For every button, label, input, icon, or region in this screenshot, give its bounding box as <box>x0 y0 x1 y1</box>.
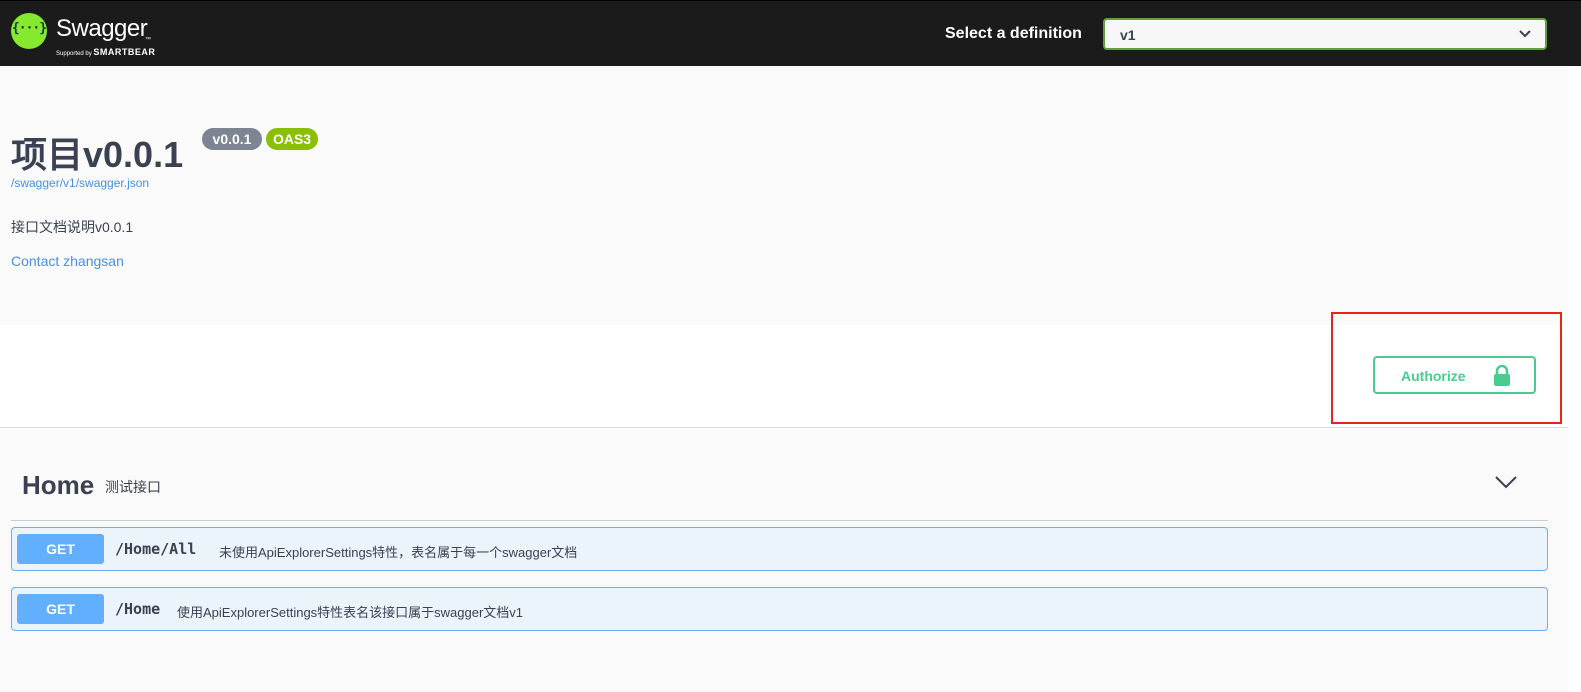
logo-trademark: ™ <box>145 37 151 43</box>
chevron-down-icon <box>1519 30 1531 38</box>
info-section: 项目v0.0.1 v0.0.1 OAS3 /swagger/v1/swagger… <box>0 66 1568 325</box>
logo-title: Swagger <box>56 15 148 42</box>
contact-link[interactable]: Contact zhangsan <box>11 253 124 269</box>
authorize-button[interactable]: Authorize <box>1373 356 1536 394</box>
tag-header-home[interactable]: Home 测试接口 <box>11 429 1548 521</box>
spec-url-link[interactable]: /swagger/v1/swagger.json <box>11 176 149 190</box>
page-title: 项目v0.0.1 <box>11 134 184 175</box>
operation-get-home-all[interactable]: GET /Home/All 未使用ApiExplorerSettings特性，表… <box>11 527 1548 571</box>
definition-label: Select a definition <box>945 25 1082 42</box>
logo-brand-text: SMARTBEAR <box>93 47 156 57</box>
logo-supported-text: Supported by <box>56 51 92 57</box>
logo-subtitle: Supported by SMARTBEAR <box>56 47 155 57</box>
tag-name: Home <box>22 470 95 500</box>
topbar: {···} Swagger ™ Supported by SMARTBEAR S… <box>0 0 1581 66</box>
operation-get-home[interactable]: GET /Home 使用ApiExplorerSettings特性表名该接口属于… <box>11 587 1548 631</box>
operations-section: Home 测试接口 GET /Home/All 未使用ApiExplorerSe… <box>0 429 1568 692</box>
definition-select-value: v1 <box>1120 27 1136 43</box>
version-badge: v0.0.1 <box>202 128 262 150</box>
lock-icon <box>1494 365 1510 386</box>
api-description: 接口文档说明v0.0.1 <box>11 219 134 235</box>
operation-summary: 使用ApiExplorerSettings特性表名该接口属于swagger文档v… <box>177 605 524 620</box>
tag-description: 测试接口 <box>105 479 161 495</box>
method-badge: GET <box>17 534 104 564</box>
operation-path: /Home/All <box>115 540 197 558</box>
scheme-container: Authorize <box>0 312 1568 428</box>
chevron-down-icon[interactable] <box>1495 475 1517 489</box>
swagger-logo-icon: {···} <box>11 13 47 49</box>
operation-path: /Home <box>115 600 161 618</box>
authorize-label: Authorize <box>1401 368 1466 384</box>
oas-badge: OAS3 <box>266 128 318 150</box>
method-badge: GET <box>17 594 104 624</box>
operation-summary: 未使用ApiExplorerSettings特性，表名属于每一个swagger文… <box>219 545 578 560</box>
definition-select[interactable]: v1 <box>1103 18 1547 50</box>
